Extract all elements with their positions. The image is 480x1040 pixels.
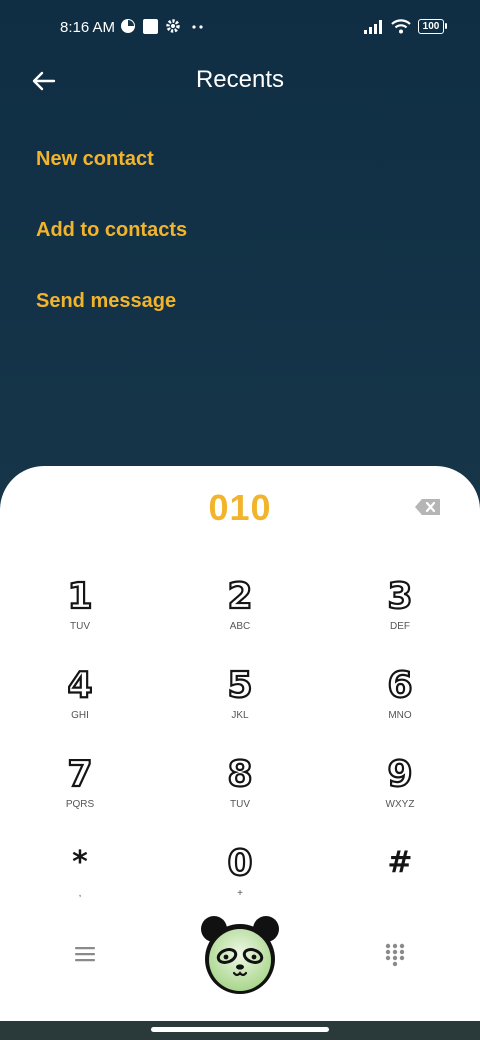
key-letters: GHI <box>71 710 89 721</box>
backspace-icon[interactable] <box>414 497 442 517</box>
key-digit: 2 <box>226 575 253 618</box>
key-digit: 7 <box>66 753 93 796</box>
key-letters: DEF <box>390 621 410 632</box>
dialed-number: 010 <box>208 487 272 528</box>
key-1[interactable]: 1 TUV <box>25 575 135 652</box>
key-7[interactable]: 7 PQRS <box>25 753 135 830</box>
new-contact-option[interactable]: New contact <box>36 148 154 171</box>
key-5[interactable]: 5 JKL <box>185 664 295 741</box>
top-bar: Recents <box>0 56 480 108</box>
gear-icon <box>166 19 180 33</box>
key-3[interactable]: 3 DEF <box>345 575 455 652</box>
battery-icon: 100 <box>418 19 447 34</box>
key-star[interactable]: * , <box>25 843 135 919</box>
key-symbol: # <box>387 845 413 880</box>
key-digit: 6 <box>386 664 413 707</box>
battery-level: 100 <box>422 21 440 32</box>
key-digit: 3 <box>386 575 413 618</box>
wifi-icon <box>391 19 411 34</box>
key-2[interactable]: 2 ABC <box>185 575 295 652</box>
hamburger-menu-icon[interactable] <box>74 944 96 964</box>
signal-icon <box>364 20 382 34</box>
key-0[interactable]: 0 + <box>185 842 295 919</box>
key-letters: TUV <box>230 799 250 810</box>
key-hash[interactable]: # <box>345 843 455 919</box>
key-letters: , <box>78 888 82 899</box>
key-letters: + <box>237 888 243 899</box>
key-4[interactable]: 4 GHI <box>25 664 135 741</box>
status-time: 8:16 AM <box>60 19 116 36</box>
send-message-option[interactable]: Send message <box>36 290 176 313</box>
key-symbol: * <box>72 845 88 880</box>
key-6[interactable]: 6 MNO <box>345 664 455 741</box>
key-letters: ABC <box>229 621 251 632</box>
key-digit: 5 <box>226 664 253 707</box>
key-letters: PQRS <box>65 799 95 810</box>
key-letters: TUV <box>70 621 90 632</box>
page-title: Recents <box>195 66 285 93</box>
home-indicator[interactable] <box>151 1027 329 1032</box>
key-letters: MNO <box>388 710 412 721</box>
key-8[interactable]: 8 TUV <box>185 753 295 830</box>
key-digit: 4 <box>66 664 93 707</box>
panda-call-button-icon[interactable] <box>200 913 280 997</box>
key-letters: JKL <box>231 710 249 721</box>
key-digit: 8 <box>226 753 253 796</box>
key-9[interactable]: 9 WXYZ <box>345 753 455 830</box>
dialpad-icon[interactable] <box>384 943 406 967</box>
square-notification-icon <box>143 19 158 34</box>
key-digit: 9 <box>386 753 413 796</box>
add-to-contacts-option[interactable]: Add to contacts <box>36 219 187 242</box>
more-dots-icon <box>192 25 203 29</box>
key-digit: 1 <box>66 575 93 618</box>
key-letters: WXYZ <box>385 799 415 810</box>
status-bar: 8:16 AM 100 <box>0 0 480 56</box>
data-saver-icon <box>121 19 135 33</box>
key-digit: 0 <box>226 842 253 885</box>
